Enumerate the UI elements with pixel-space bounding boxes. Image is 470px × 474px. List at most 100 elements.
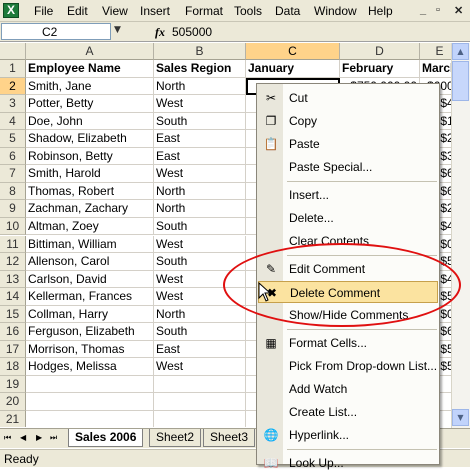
- region-cell[interactable]: North: [154, 305, 246, 324]
- empty-cell[interactable]: [26, 375, 154, 394]
- empty-cell[interactable]: [26, 393, 154, 411]
- row-header-3[interactable]: 3: [0, 95, 26, 113]
- employee-name-cell[interactable]: Hodges, Melissa: [26, 358, 154, 376]
- menu-insert[interactable]: Insert: [140, 4, 170, 18]
- employee-name-cell[interactable]: Smith, Jane: [26, 77, 154, 96]
- row-header-8[interactable]: 8: [0, 182, 26, 201]
- region-cell[interactable]: West: [154, 358, 246, 376]
- region-cell[interactable]: South: [154, 112, 246, 131]
- region-cell[interactable]: East: [154, 147, 246, 166]
- row-header-19[interactable]: 19: [0, 375, 26, 394]
- menu-item-look-up[interactable]: 📖 Look Up...: [258, 452, 438, 474]
- row-header-12[interactable]: 12: [0, 253, 26, 271]
- restore-button[interactable]: ▫: [436, 4, 440, 16]
- row-header-1[interactable]: 1: [0, 60, 26, 78]
- vertical-scrollbar[interactable]: ▲ ▼: [451, 43, 470, 428]
- scroll-thumb[interactable]: [452, 61, 469, 101]
- insert-function-icon[interactable]: fx: [155, 25, 165, 40]
- employee-name-cell[interactable]: Smith, Harold: [26, 165, 154, 183]
- row-header-15[interactable]: 15: [0, 305, 26, 324]
- name-box-dropdown-icon[interactable]: ▼: [114, 25, 121, 35]
- menu-item-format-cells[interactable]: ▦ Format Cells...: [258, 332, 438, 354]
- employee-name-cell[interactable]: Ferguson, Elizabeth: [26, 323, 154, 341]
- employee-name-cell[interactable]: Altman, Zoey: [26, 217, 154, 236]
- row-header-2[interactable]: 2: [0, 77, 26, 96]
- header-cell[interactable]: Employee Name: [26, 60, 154, 78]
- region-cell[interactable]: North: [154, 200, 246, 218]
- menu-item-delete[interactable]: Delete...: [258, 207, 438, 229]
- scroll-up-icon[interactable]: ▲: [452, 43, 469, 60]
- name-box[interactable]: C2: [1, 23, 111, 40]
- region-cell[interactable]: South: [154, 323, 246, 341]
- excel-app-icon[interactable]: [3, 3, 19, 18]
- row-header-9[interactable]: 9: [0, 200, 26, 218]
- employee-name-cell[interactable]: Kellerman, Frances: [26, 288, 154, 306]
- region-cell[interactable]: South: [154, 217, 246, 236]
- employee-name-cell[interactable]: Potter, Betty: [26, 95, 154, 113]
- row-header-17[interactable]: 17: [0, 340, 26, 359]
- row-header-16[interactable]: 16: [0, 323, 26, 341]
- row-header-11[interactable]: 11: [0, 235, 26, 254]
- formula-input[interactable]: 505000: [172, 25, 212, 39]
- row-header-6[interactable]: 6: [0, 147, 26, 166]
- prev-sheet-icon[interactable]: ◀: [20, 433, 26, 442]
- region-cell[interactable]: North: [154, 182, 246, 201]
- region-cell[interactable]: West: [154, 235, 246, 254]
- menu-edit[interactable]: Edit: [67, 4, 88, 18]
- menu-item-copy[interactable]: ❐ Copy: [258, 110, 438, 132]
- region-cell[interactable]: East: [154, 130, 246, 148]
- row-header-5[interactable]: 5: [0, 130, 26, 148]
- empty-cell[interactable]: [26, 411, 154, 427]
- select-all-corner[interactable]: [0, 43, 26, 60]
- scroll-down-icon[interactable]: ▼: [452, 409, 469, 426]
- close-button[interactable]: ✕: [454, 4, 463, 17]
- empty-cell[interactable]: [154, 393, 246, 411]
- tab-sheet3[interactable]: Sheet3: [203, 429, 256, 447]
- employee-name-cell[interactable]: Morrison, Thomas: [26, 340, 154, 359]
- row-header-20[interactable]: 20: [0, 393, 26, 411]
- row-header-14[interactable]: 14: [0, 288, 26, 306]
- menu-item-create-list[interactable]: Create List...: [258, 401, 438, 423]
- last-sheet-icon[interactable]: ⏭: [50, 433, 57, 443]
- menu-item-cut[interactable]: ✂ Cut: [258, 87, 438, 109]
- menu-item-hyperlink[interactable]: 🌐 Hyperlink...: [258, 424, 438, 446]
- tab-sheet2[interactable]: Sheet2: [149, 429, 202, 447]
- employee-name-cell[interactable]: Allenson, Carol: [26, 253, 154, 271]
- column-header-d[interactable]: D: [340, 43, 420, 60]
- menu-item-paste[interactable]: 📋 Paste: [258, 133, 438, 155]
- row-header-21[interactable]: 21: [0, 411, 26, 427]
- column-header-c[interactable]: C: [246, 43, 340, 60]
- row-header-4[interactable]: 4: [0, 112, 26, 131]
- menu-data[interactable]: Data: [275, 4, 300, 18]
- row-header-10[interactable]: 10: [0, 217, 26, 236]
- region-cell[interactable]: East: [154, 340, 246, 359]
- region-cell[interactable]: West: [154, 95, 246, 113]
- column-header-b[interactable]: B: [154, 43, 246, 60]
- menu-item-add-watch[interactable]: Add Watch: [258, 378, 438, 400]
- employee-name-cell[interactable]: Collman, Harry: [26, 305, 154, 324]
- header-cell[interactable]: Sales Region: [154, 60, 246, 78]
- region-cell[interactable]: West: [154, 165, 246, 183]
- employee-name-cell[interactable]: Shadow, Elizabeth: [26, 130, 154, 148]
- menu-tools[interactable]: Tools: [234, 4, 262, 18]
- row-header-13[interactable]: 13: [0, 270, 26, 289]
- menu-window[interactable]: Window: [314, 4, 357, 18]
- menu-help[interactable]: Help: [368, 4, 393, 18]
- header-cell[interactable]: January: [246, 60, 340, 78]
- next-sheet-icon[interactable]: ▶: [36, 433, 42, 442]
- employee-name-cell[interactable]: Robinson, Betty: [26, 147, 154, 166]
- employee-name-cell[interactable]: Bittiman, William: [26, 235, 154, 254]
- employee-name-cell[interactable]: Zachman, Zachary: [26, 200, 154, 218]
- header-cell[interactable]: February: [340, 60, 420, 78]
- region-cell[interactable]: North: [154, 77, 246, 96]
- minimize-button[interactable]: _: [420, 4, 426, 16]
- menu-item-insert[interactable]: Insert...: [258, 184, 438, 206]
- menu-view[interactable]: View: [102, 4, 128, 18]
- tab-sales-2006[interactable]: Sales 2006: [68, 429, 144, 447]
- empty-cell[interactable]: [154, 375, 246, 394]
- first-sheet-icon[interactable]: ⏮: [4, 433, 11, 443]
- menu-format[interactable]: Format: [185, 4, 223, 18]
- menu-item-paste-special[interactable]: Paste Special...: [258, 156, 438, 178]
- row-header-7[interactable]: 7: [0, 165, 26, 183]
- column-header-a[interactable]: A: [26, 43, 154, 60]
